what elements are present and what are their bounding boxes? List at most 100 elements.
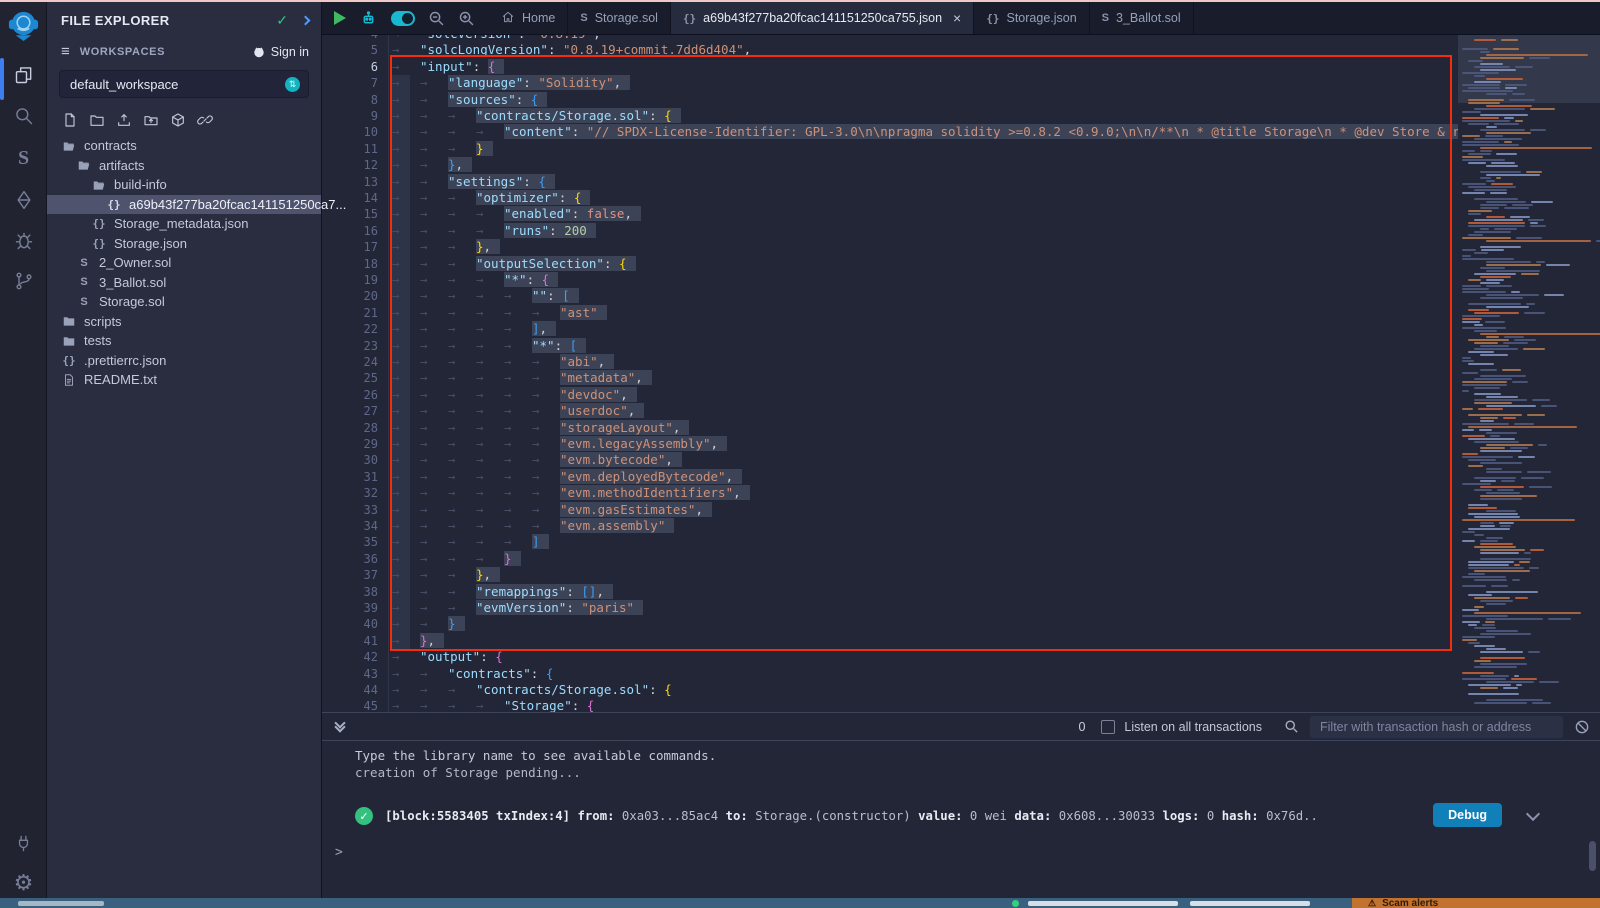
minimap-line — [1462, 291, 1506, 293]
code-line-33: →→→→→→"evm.gasEstimates", — [392, 502, 1458, 518]
tree-item-readme-txt[interactable]: README.txt — [47, 370, 321, 390]
upload-folder-icon[interactable] — [143, 112, 159, 128]
minimap-line — [1486, 264, 1541, 266]
ai-toggle[interactable] — [391, 11, 415, 26]
import-url-icon[interactable] — [197, 112, 213, 128]
deploy-run-icon[interactable] — [0, 185, 47, 215]
minimap-line — [1524, 552, 1531, 554]
indent-whitespace: → — [448, 420, 476, 436]
tree-item-a69b43f277ba20fcac141151250ca7-[interactable]: {}a69b43f277ba20fcac141151250ca7... — [47, 195, 321, 215]
indent-whitespace: → — [532, 452, 560, 468]
indent-whitespace: → — [420, 239, 448, 255]
plugin-manager-icon[interactable] — [0, 828, 47, 858]
tab-a69b43f277ba20fcac141151250ca755-json[interactable]: {}a69b43f277ba20fcac141151250ca755.json× — [671, 2, 974, 34]
tab-storage-sol[interactable]: SStorage.sol — [568, 2, 671, 34]
minimap-line — [1462, 453, 1478, 455]
workspaces-menu-icon[interactable]: ≡ — [61, 43, 70, 60]
minimap-line — [1486, 336, 1499, 338]
ipfs-cube-icon[interactable] — [170, 112, 186, 128]
zoom-in-icon[interactable] — [458, 10, 475, 27]
search-icon[interactable] — [0, 101, 47, 131]
tree-item-build-info[interactable]: build-info — [47, 175, 321, 195]
clear-console-icon[interactable] — [1574, 719, 1590, 735]
github-sign-in[interactable]: Sign in — [252, 45, 309, 59]
check-icon[interactable]: ✓ — [276, 12, 288, 29]
settings-icon[interactable]: ⚙ — [0, 868, 47, 898]
terminal-scrollbar[interactable] — [1589, 841, 1596, 871]
minimap-line — [1515, 120, 1522, 122]
minimap-line — [1474, 612, 1581, 614]
indent-whitespace: → — [532, 518, 560, 534]
tab-3-ballot-sol[interactable]: S3_Ballot.sol — [1090, 2, 1194, 34]
tab-storage-json[interactable]: {}Storage.json — [974, 2, 1089, 34]
line-number: 31 — [322, 469, 378, 485]
solidity-compiler-icon[interactable]: S — [0, 143, 47, 173]
indent-whitespace: → — [532, 370, 560, 386]
listen-all-checkbox[interactable] — [1101, 720, 1115, 734]
terminal-collapse-icon[interactable] — [336, 723, 344, 731]
tree-item-scripts[interactable]: scripts — [47, 312, 321, 332]
tree-item-artifacts[interactable]: artifacts — [47, 156, 321, 176]
minimap-line — [1515, 597, 1528, 599]
code-editor[interactable]: 4→"solcVersion": "0.8.19",5→"solcLongVer… — [322, 35, 1600, 714]
indent-whitespace: → — [392, 370, 420, 386]
minimap-line — [1494, 123, 1520, 125]
transaction-row[interactable]: ✓ [block:5583405 txIndex:4] from: 0xa03.… — [355, 807, 1600, 825]
minimap-line — [1462, 408, 1473, 410]
terminal-search-icon[interactable] — [1284, 719, 1299, 734]
file-explorer-icon[interactable] — [0, 60, 47, 90]
tree-item-2-owner-sol[interactable]: S2_Owner.sol — [47, 253, 321, 273]
workspace-sort-icon: ⇅ — [285, 77, 300, 92]
run-script-button[interactable] — [334, 11, 346, 25]
tree-item-storage-sol[interactable]: SStorage.sol — [47, 292, 321, 312]
remix-logo[interactable] — [6, 7, 41, 42]
debug-button[interactable]: Debug — [1433, 803, 1502, 827]
indent-whitespace: → — [532, 387, 560, 403]
minimap-line — [1478, 408, 1503, 410]
minimap-line — [1462, 72, 1499, 74]
minimap-line — [1529, 567, 1539, 569]
minimap-line — [1480, 354, 1508, 356]
new-folder-icon[interactable] — [89, 112, 105, 128]
upload-file-icon[interactable] — [116, 112, 132, 128]
git-icon[interactable] — [0, 266, 47, 296]
terminal-output: Type the library name to see available c… — [322, 741, 1600, 860]
gutter-divider — [388, 35, 389, 714]
workspace-select[interactable]: default_workspace ⇅ — [59, 70, 309, 98]
minimap-line — [1480, 207, 1499, 209]
minimap-line — [1474, 702, 1527, 704]
indent-whitespace: → — [476, 321, 504, 337]
close-tab-icon[interactable]: × — [953, 11, 961, 25]
minimap-line — [1511, 291, 1520, 293]
minimap-line — [1546, 264, 1569, 266]
minimap-line — [1468, 213, 1481, 215]
statusbar-green-dot — [1012, 900, 1019, 907]
new-file-icon[interactable] — [62, 112, 78, 128]
tree-item--prettierrc-json[interactable]: {}.prettierrc.json — [47, 351, 321, 371]
tx-filter-input[interactable] — [1309, 715, 1564, 739]
tab-home[interactable]: Home — [489, 2, 568, 34]
tree-item-storage-json[interactable]: {}Storage.json — [47, 234, 321, 254]
indent-whitespace: → — [448, 141, 476, 157]
zoom-out-icon[interactable] — [428, 10, 445, 27]
code-line-20: →→→→→"": [ — [392, 288, 1458, 304]
workspace-name: default_workspace — [70, 77, 285, 92]
minimap-line — [1596, 240, 1600, 242]
minimap[interactable] — [1458, 35, 1600, 714]
chevron-right-icon[interactable] — [301, 16, 311, 26]
tree-item-3-ballot-sol[interactable]: S3_Ballot.sol — [47, 273, 321, 293]
minimap-line — [1486, 132, 1531, 134]
tree-item-storage-metadata-json[interactable]: {}Storage_metadata.json — [47, 214, 321, 234]
minimap-line — [1474, 660, 1491, 662]
indent-whitespace: → — [448, 321, 476, 337]
scam-alerts-button[interactable]: ⚠ Scam alerts — [1352, 898, 1600, 908]
debugger-icon[interactable] — [0, 226, 47, 256]
remix-ai-icon[interactable] — [359, 10, 378, 27]
minimap-line — [1491, 585, 1508, 587]
tree-item-contracts[interactable]: contracts — [47, 136, 321, 156]
tx-expand-icon[interactable] — [1526, 807, 1540, 821]
minimap-line — [1512, 579, 1520, 581]
indent-whitespace: → — [448, 518, 476, 534]
tree-item-tests[interactable]: tests — [47, 331, 321, 351]
minimap-line — [1468, 60, 1483, 62]
